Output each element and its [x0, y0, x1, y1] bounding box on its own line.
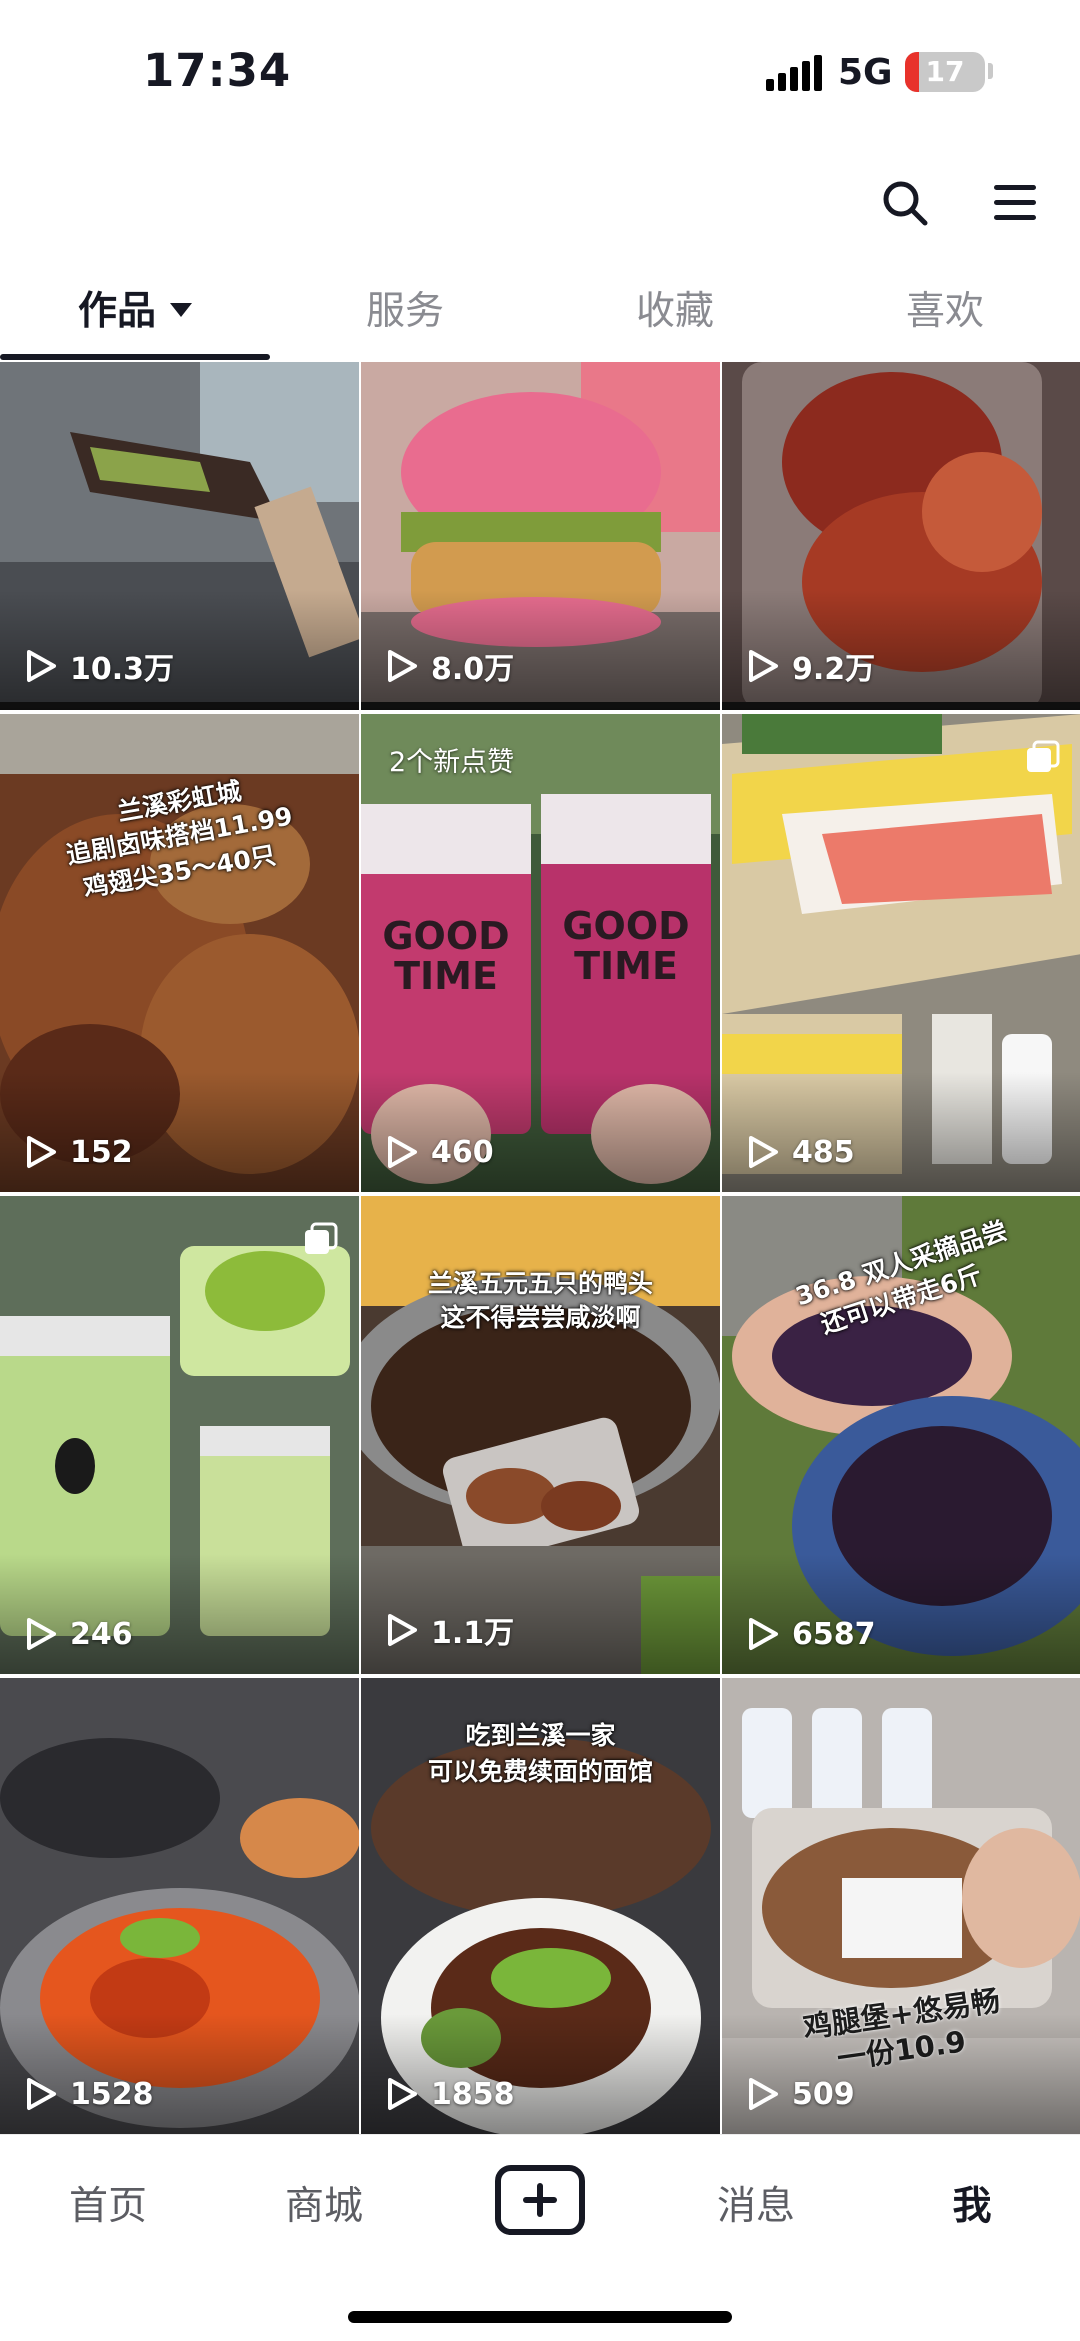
- thumbnail-shade: [722, 2014, 1080, 2134]
- play-icon: [749, 1136, 778, 1168]
- view-count: 1858: [385, 2076, 515, 2112]
- menu-icon[interactable]: [994, 185, 1036, 221]
- video-thumbnail[interactable]: 鸡腿堡+悠易畅 一份10.9 509: [722, 1678, 1080, 2134]
- home-indicator: [348, 2311, 732, 2323]
- view-count-text: 509: [792, 2076, 855, 2112]
- svg-text:TIME: TIME: [394, 954, 498, 998]
- video-thumbnail[interactable]: 36.8 双人采摘品尝 还可以带走6斤 6587: [722, 1196, 1080, 1674]
- view-count: 485: [746, 1134, 855, 1170]
- network-type: 5G: [838, 52, 893, 93]
- battery-icon: 17: [905, 52, 985, 92]
- thumbnail-shade: [0, 1554, 359, 1674]
- play-icon: [27, 2078, 56, 2110]
- view-count-text: 10.3万: [70, 652, 175, 687]
- video-caption: 兰溪五元五只的鸭头: [427, 1269, 653, 1298]
- nav-home[interactable]: 首页: [0, 2175, 216, 2231]
- view-count: 246: [24, 1616, 133, 1652]
- bottom-nav: 首页 商城 消息 我: [0, 2134, 1080, 2341]
- view-count-text: 1.1万: [431, 1616, 515, 1651]
- view-count-text: 485: [792, 1134, 855, 1170]
- play-icon: [749, 1618, 778, 1650]
- view-count-text: 460: [431, 1134, 494, 1170]
- video-thumbnail[interactable]: 485: [722, 714, 1080, 1192]
- add-icon[interactable]: [495, 2165, 585, 2235]
- thumbnail-shade: [0, 1072, 359, 1192]
- video-caption: 吃到兰溪一家: [465, 1721, 616, 1750]
- multi-image-icon: [305, 1222, 338, 1254]
- view-count: 10.3万: [24, 644, 174, 688]
- tab-likes[interactable]: 喜欢: [810, 280, 1080, 336]
- thumbnail-shade: [722, 1554, 1080, 1674]
- view-count: 152: [24, 1134, 133, 1170]
- video-thumbnail[interactable]: 8.0万: [361, 362, 720, 710]
- signal-icon: [766, 55, 824, 91]
- tab-works-label: 作品: [77, 289, 156, 334]
- video-grid: 10.3万 8.0万 9.2万 兰溪彩虹城 追剧卤味搭档11.99 鸡翅尖35～…: [0, 362, 1080, 2134]
- view-count: 8.0万: [385, 644, 514, 688]
- video-thumbnail[interactable]: 9.2万: [722, 362, 1080, 710]
- play-icon: [749, 2078, 778, 2110]
- svg-text:GOOD: GOOD: [562, 904, 689, 948]
- thumbnail-shade: [361, 1072, 720, 1192]
- view-count: 509: [746, 2076, 855, 2112]
- play-icon: [27, 650, 56, 682]
- play-icon: [749, 650, 778, 682]
- play-icon: [388, 1136, 417, 1168]
- new-likes-note: 2个新点赞: [389, 747, 515, 778]
- video-thumbnail[interactable]: 1528: [0, 1678, 359, 2134]
- view-count-text: 6587: [792, 1616, 876, 1652]
- tab-services[interactable]: 服务: [270, 280, 540, 336]
- profile-tabs: 作品 服务 收藏 喜欢: [0, 270, 1080, 362]
- view-count: 1528: [24, 2076, 154, 2112]
- thumbnail-shade: [722, 1072, 1080, 1192]
- battery-level: 17: [925, 55, 965, 88]
- search-icon[interactable]: [880, 178, 930, 228]
- nav-mall[interactable]: 商城: [216, 2175, 432, 2231]
- video-thumbnail[interactable]: 246: [0, 1196, 359, 1674]
- view-count-text: 8.0万: [431, 652, 515, 687]
- caret-down-icon: [170, 302, 192, 317]
- view-count-text: 1858: [431, 2076, 515, 2112]
- view-count-text: 9.2万: [792, 652, 876, 687]
- multi-image-icon: [1027, 740, 1060, 772]
- video-thumbnail[interactable]: 兰溪五元五只的鸭头 这不得尝尝咸淡啊 1.1万: [361, 1196, 720, 1674]
- video-caption-line-2: 可以免费续面的面馆: [427, 1757, 653, 1786]
- play-icon: [27, 1136, 56, 1168]
- thumbnail-shade: [361, 2014, 720, 2134]
- play-icon: [388, 650, 417, 682]
- view-count: 9.2万: [746, 644, 875, 688]
- battery-tip: [988, 63, 993, 79]
- nav-messages[interactable]: 消息: [648, 2175, 864, 2231]
- play-icon: [388, 2078, 417, 2110]
- svg-text:TIME: TIME: [574, 944, 678, 988]
- video-thumbnail[interactable]: 兰溪彩虹城 追剧卤味搭档11.99 鸡翅尖35～40只 152: [0, 714, 359, 1192]
- view-count-text: 246: [70, 1616, 133, 1652]
- tab-works[interactable]: 作品: [0, 280, 270, 336]
- status-bar: 17:34 5G 17: [0, 0, 1080, 140]
- svg-text:GOOD: GOOD: [382, 914, 509, 958]
- video-thumbnail[interactable]: 吃到兰溪一家 可以免费续面的面馆 1858: [361, 1678, 720, 2134]
- view-count: 6587: [746, 1616, 876, 1652]
- video-thumbnail[interactable]: 10.3万: [0, 362, 359, 710]
- thumbnail-shade: [0, 2014, 359, 2134]
- video-caption-line-2: 这不得尝尝咸淡啊: [440, 1303, 641, 1332]
- view-count: 1.1万: [385, 1608, 514, 1652]
- nav-me[interactable]: 我: [864, 2175, 1080, 2231]
- view-count-text: 1528: [70, 2076, 154, 2112]
- video-thumbnail[interactable]: GOOD TIME GOOD TIME 2个新点赞 460: [361, 714, 720, 1192]
- play-icon: [388, 1614, 417, 1646]
- play-icon: [27, 1618, 56, 1650]
- view-count: 460: [385, 1134, 494, 1170]
- tab-favorites[interactable]: 收藏: [540, 280, 810, 336]
- status-time: 17:34: [143, 44, 292, 97]
- view-count-text: 152: [70, 1134, 133, 1170]
- tab-active-indicator: [0, 354, 270, 360]
